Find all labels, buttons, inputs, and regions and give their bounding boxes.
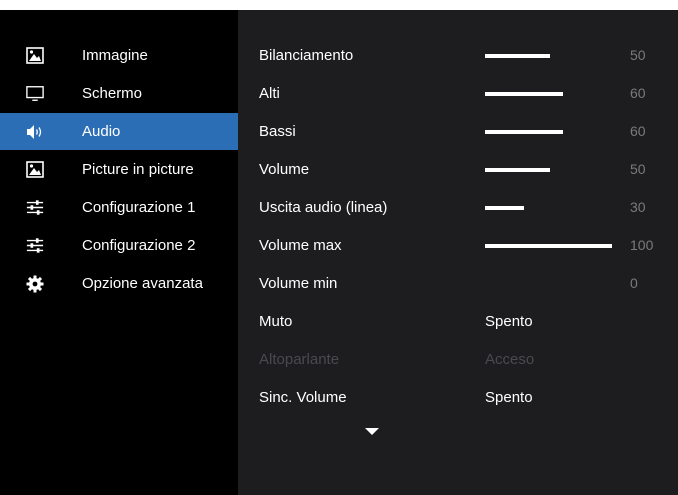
- sidebar-item-configurazione-1[interactable]: Configurazione 1: [0, 189, 238, 226]
- sidebar-item-audio[interactable]: Audio: [0, 113, 238, 150]
- setting-uscita-audio[interactable]: Uscita audio (linea) 30: [238, 189, 678, 226]
- setting-label: Volume min: [259, 275, 338, 292]
- sidebar-item-picture-in-picture[interactable]: Picture in picture: [0, 151, 238, 188]
- setting-label: Volume: [259, 161, 310, 178]
- setting-label: Altoparlante: [259, 351, 340, 368]
- sidebar-item-configurazione-2[interactable]: Configurazione 2: [0, 227, 238, 264]
- setting-label: Volume max: [259, 237, 342, 254]
- picture-icon: [26, 47, 44, 64]
- setting-sinc-volume[interactable]: Sinc. Volume Spento: [238, 379, 678, 416]
- value-bar[interactable]: [485, 130, 563, 134]
- setting-value: 60: [630, 123, 646, 139]
- setting-bassi[interactable]: Bassi 60: [238, 113, 678, 150]
- setting-label: Alti: [259, 85, 280, 102]
- sidebar-item-label: Audio: [82, 123, 121, 140]
- sidebar-item-opzione-avanzata[interactable]: Opzione avanzata: [0, 265, 238, 302]
- setting-altoparlante: Altoparlante Acceso: [238, 341, 678, 378]
- setting-value: 100: [630, 237, 654, 253]
- sidebar-item-label: Immagine: [82, 47, 148, 64]
- setting-value: 50: [630, 47, 646, 63]
- scroll-down-arrow-icon[interactable]: [365, 428, 379, 435]
- setting-value: Spento: [485, 389, 533, 406]
- setting-volume-max[interactable]: Volume max 100: [238, 227, 678, 264]
- setting-label: Bassi: [259, 123, 296, 140]
- setting-value: 50: [630, 161, 646, 177]
- setting-label: Muto: [259, 313, 293, 330]
- sidebar-item-label: Picture in picture: [82, 161, 194, 178]
- monitor-icon: [26, 85, 44, 102]
- setting-volume[interactable]: Volume 50: [238, 151, 678, 188]
- setting-bilanciamento[interactable]: Bilanciamento 50: [238, 37, 678, 74]
- osd-menu: Immagine Schermo Audio Picture in pictur…: [0, 10, 678, 495]
- setting-muto[interactable]: Muto Spento: [238, 303, 678, 340]
- sliders-icon: [26, 237, 44, 254]
- sidebar-item-label: Schermo: [82, 85, 143, 102]
- sidebar-item-schermo[interactable]: Schermo: [0, 75, 238, 112]
- setting-value: 30: [630, 199, 646, 215]
- setting-value: Acceso: [485, 351, 535, 368]
- sidebar: Immagine Schermo Audio Picture in pictur…: [0, 10, 238, 495]
- setting-volume-min[interactable]: Volume min 0: [238, 265, 678, 302]
- value-bar[interactable]: [485, 168, 550, 172]
- sliders-icon: [26, 199, 44, 216]
- value-bar[interactable]: [485, 54, 550, 58]
- setting-label: Uscita audio (linea): [259, 199, 388, 216]
- setting-label: Bilanciamento: [259, 47, 354, 64]
- setting-value: 0: [630, 275, 638, 291]
- audio-settings-panel: Bilanciamento 50 Alti 60 Bassi 60 Volume…: [238, 10, 678, 495]
- setting-value: 60: [630, 85, 646, 101]
- sidebar-item-label: Opzione avanzata: [82, 275, 203, 292]
- setting-value: Spento: [485, 313, 533, 330]
- value-bar[interactable]: [485, 206, 524, 210]
- setting-label: Sinc. Volume: [259, 389, 347, 406]
- value-bar[interactable]: [485, 244, 612, 248]
- value-bar[interactable]: [485, 92, 563, 96]
- setting-alti[interactable]: Alti 60: [238, 75, 678, 112]
- sidebar-item-label: Configurazione 2: [82, 237, 196, 254]
- picture-icon: [26, 161, 44, 178]
- gear-icon: [26, 275, 44, 292]
- sidebar-item-label: Configurazione 1: [82, 199, 196, 216]
- speaker-icon: [26, 123, 44, 140]
- sidebar-item-immagine[interactable]: Immagine: [0, 37, 238, 74]
